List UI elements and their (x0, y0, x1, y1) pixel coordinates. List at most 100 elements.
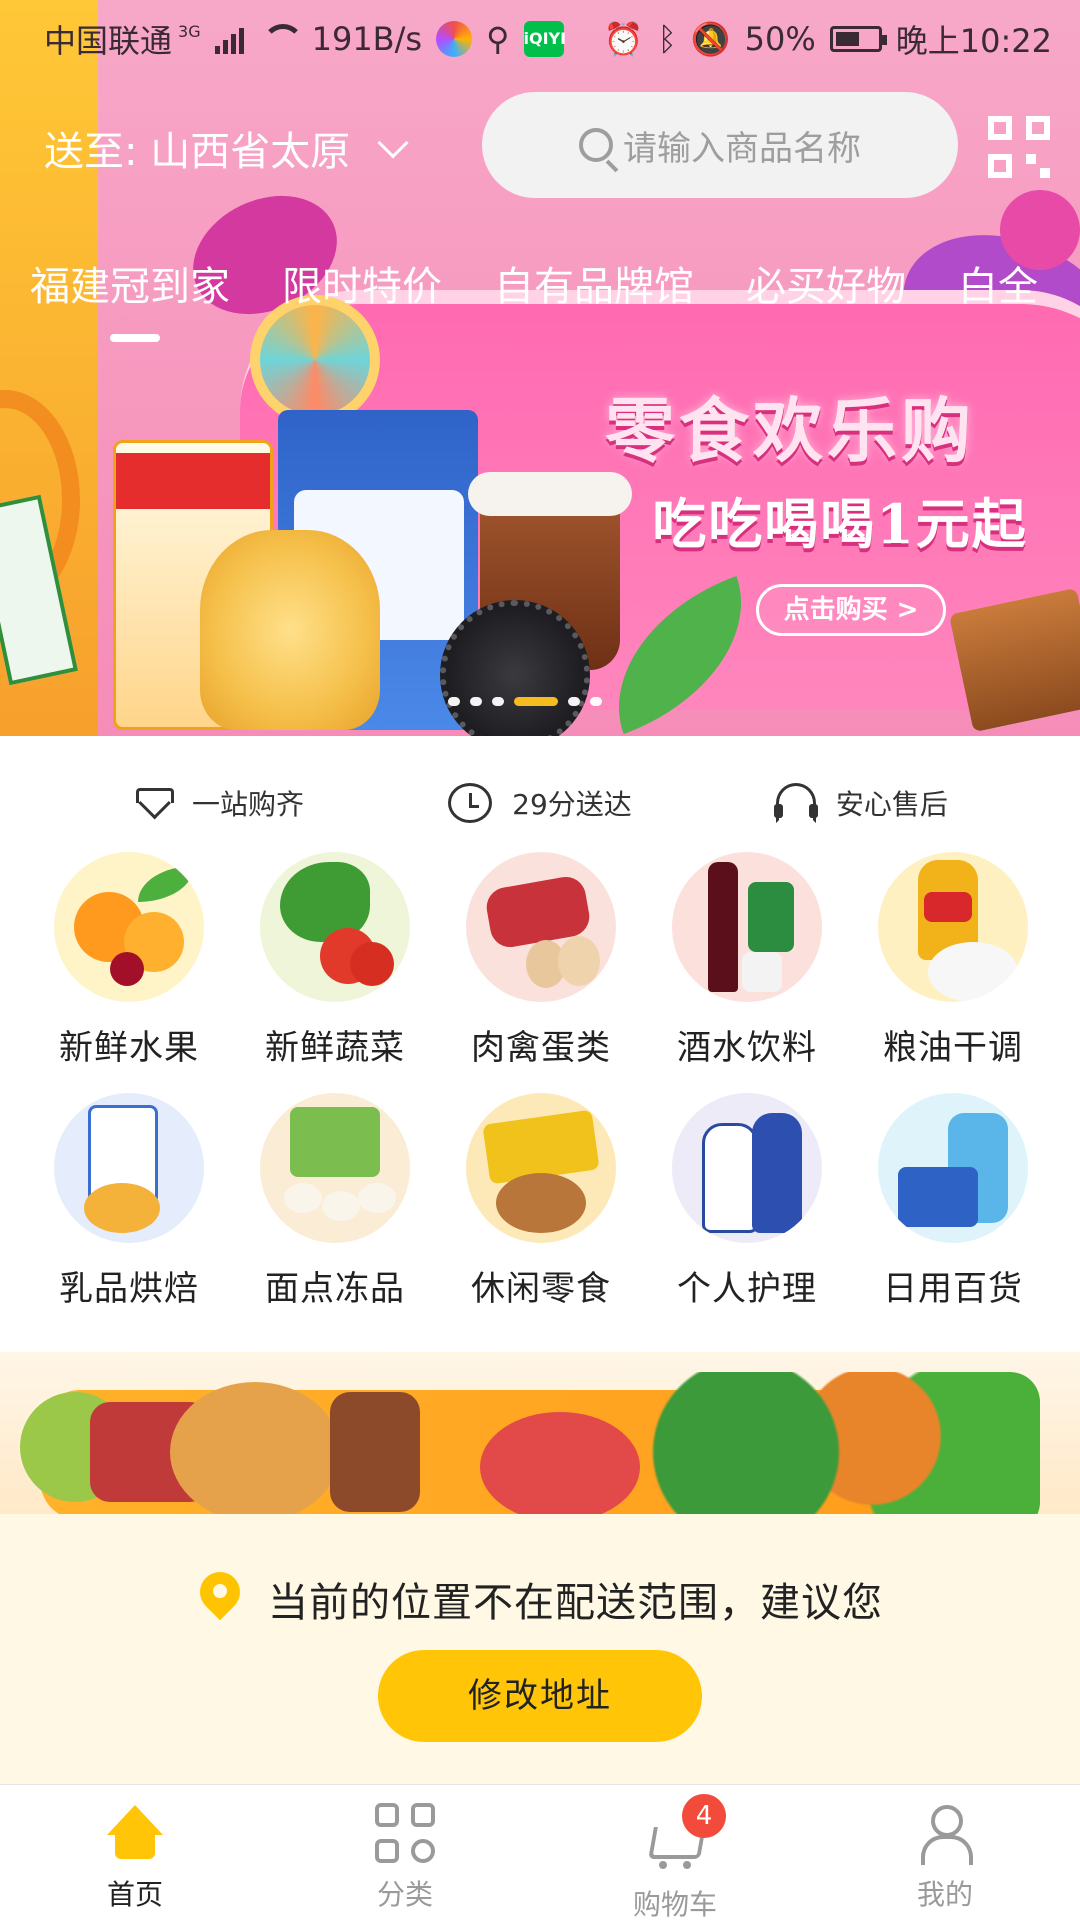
location-pin-icon (198, 1572, 242, 1626)
diamond-icon (132, 786, 175, 820)
feature-label: 一站购齐 (192, 788, 305, 821)
can (742, 952, 782, 992)
nav-label: 首页 (106, 1878, 163, 1911)
cup-lid (468, 472, 632, 516)
potato-chips-image (200, 530, 380, 730)
category-label: 面点冻品 (265, 1269, 405, 1309)
category-label: 新鲜蔬菜 (265, 1028, 405, 1068)
tab-own-brand[interactable]: 自有品牌馆 (494, 254, 694, 312)
nav-profile[interactable]: 我的 (810, 1785, 1080, 1920)
category-household[interactable]: 日用百货 (850, 1093, 1056, 1310)
wifi-icon (258, 24, 304, 54)
dumpling (322, 1191, 360, 1221)
nuts (496, 1173, 586, 1233)
network-speed: 191B/s (311, 20, 423, 58)
category-grid-icon (373, 1801, 437, 1865)
frozen-pack (290, 1107, 380, 1177)
category-dairy-bakery[interactable]: 乳品烘焙 (26, 1093, 232, 1310)
feature-label: 29分送达 (512, 788, 632, 821)
hero-banner-area: 零食欢乐购 吃吃喝喝1元起 点击购买 > 中国联通 3G 191B/s ⚲ iQ… (0, 0, 1080, 736)
active-tab-indicator (110, 334, 160, 342)
search-input[interactable]: 请输入商品名称 (482, 92, 958, 198)
nav-category[interactable]: 分类 (270, 1785, 540, 1920)
tab-limited-offer[interactable]: 限时特价 (282, 254, 442, 312)
household-icon (878, 1093, 1028, 1243)
network-type: 3G (178, 21, 201, 41)
egg-tart (84, 1183, 160, 1233)
user-icon (913, 1801, 977, 1865)
category-frozen[interactable]: 面点冻品 (232, 1093, 438, 1310)
category-snack[interactable]: 休闲零食 (438, 1093, 644, 1310)
banner-buy-button[interactable]: 点击购买 > (756, 584, 946, 636)
rice (928, 942, 1018, 1002)
nav-cart[interactable]: 购物车 (540, 1785, 810, 1920)
category-label: 酒水饮料 (677, 1028, 817, 1068)
nav-label: 我的 (916, 1878, 973, 1911)
banner-dot[interactable] (514, 697, 558, 706)
banner-dot[interactable] (470, 697, 482, 706)
delivery-notice: 当前的位置不在配送范围，建议您 修改地址 (0, 1514, 1080, 1784)
feature-fast-delivery: 29分送达 (448, 783, 632, 823)
promo-banner[interactable] (0, 1352, 1080, 1514)
bottom-navigation: 首页 分类 购物车 我的 (0, 1784, 1080, 1920)
vegetable-icon (260, 852, 410, 1002)
lotion-bottle (752, 1113, 802, 1233)
feature-label: 安心售后 (835, 788, 948, 821)
change-address-button[interactable]: 修改地址 (378, 1650, 702, 1742)
meat-egg-icon (466, 852, 616, 1002)
signal-icon (214, 24, 244, 54)
tab-must-buy[interactable]: 必买好物 (746, 254, 906, 312)
category-grain-oil[interactable]: 粮油干调 (850, 852, 1056, 1069)
delivery-location-selector[interactable]: 送至: 山西省太原 (44, 118, 409, 178)
mute-icon: 🔕 (690, 20, 731, 58)
dairy-bakery-icon (54, 1093, 204, 1243)
banner-title: 零食欢乐购 (605, 389, 975, 472)
noodles-image (170, 1382, 340, 1514)
battery-icon (829, 26, 887, 52)
category-fruit[interactable]: 新鲜水果 (26, 852, 232, 1069)
banner-subtitle: 吃吃喝喝1元起 (652, 492, 1028, 556)
alarm-icon: ⏰ (603, 20, 644, 58)
category-personal-care[interactable]: 个人护理 (644, 1093, 850, 1310)
banner-dot[interactable] (448, 697, 460, 706)
carrier-label: 中国联通 (44, 22, 173, 60)
juice-box (748, 882, 794, 952)
wine-bottle (708, 862, 738, 992)
skewers-image (330, 1392, 420, 1512)
personal-care-icon (672, 1093, 822, 1243)
egg (558, 936, 600, 986)
dumpling (358, 1183, 396, 1213)
channel-tabs: 福建冠到家 限时特价 自有品牌馆 必买好物 白全 (30, 254, 1038, 312)
bluetooth-icon: ᛒ (657, 20, 677, 58)
feature-after-sales: 安心售后 (773, 783, 948, 823)
juice-stripe (116, 453, 270, 509)
category-label: 肉禽蛋类 (471, 1028, 611, 1068)
qr-scan-icon[interactable] (988, 116, 1050, 178)
category-label: 个人护理 (677, 1269, 817, 1309)
nav-home[interactable]: 首页 (0, 1785, 270, 1920)
feature-one-stop: 一站购齐 (132, 783, 304, 823)
banner-pagination (448, 697, 602, 709)
category-label: 日用百货 (883, 1269, 1023, 1309)
chevron-down-icon (377, 127, 409, 159)
category-meat-egg[interactable]: 肉禽蛋类 (438, 852, 644, 1069)
category-drinks[interactable]: 酒水饮料 (644, 852, 850, 1069)
tab-fujian-home[interactable]: 福建冠到家 (30, 254, 230, 312)
browser-app-icon (436, 21, 473, 57)
fruit-icon (54, 852, 204, 1002)
previous-banner-peek[interactable] (0, 0, 98, 736)
lollipop-image (250, 295, 380, 425)
category-vegetable[interactable]: 新鲜蔬菜 (232, 852, 438, 1069)
usb-icon: ⚲ (486, 20, 510, 58)
vegetables-image (620, 1372, 1040, 1514)
candy-blocks-image (948, 587, 1080, 733)
iqiyi-app-icon: iQIYI (523, 21, 566, 57)
location-label: 送至: 山西省太原 (44, 129, 351, 175)
category-grid: 新鲜水果 新鲜蔬菜 肉禽蛋类 酒水饮料 粮油干调 乳品烘焙 面点冻品 休闲零食 … (26, 852, 1056, 1310)
banner-dot[interactable] (568, 697, 580, 706)
notice-message-row: 当前的位置不在配送范围，建议您 (198, 1570, 883, 1628)
banner-dot[interactable] (590, 697, 602, 706)
tab-more[interactable]: 白全 (958, 254, 1038, 312)
banner-dot[interactable] (492, 697, 504, 706)
service-features: 一站购齐 29分送达 安心售后 (0, 778, 1080, 828)
